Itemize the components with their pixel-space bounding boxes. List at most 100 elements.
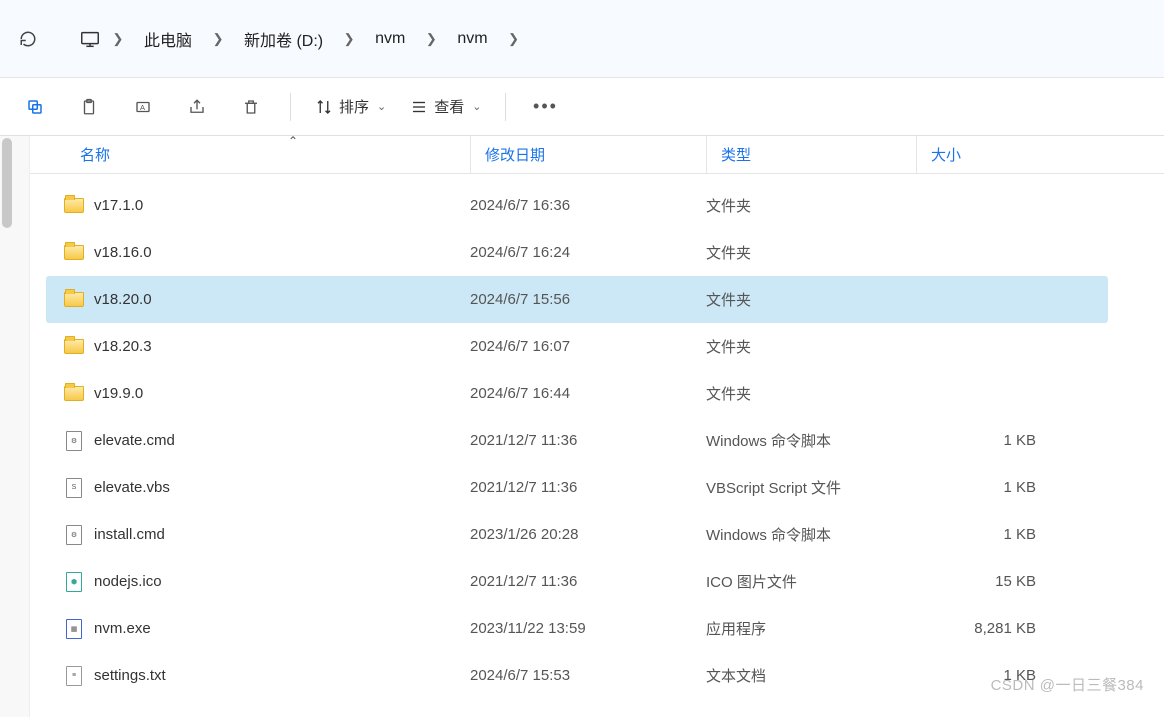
separator [290,93,291,121]
file-row[interactable]: ⚙ elevate.cmd 2021/12/7 11:36Windows 命令脚本1… [46,417,1108,464]
sort-label: 排序 [339,96,369,117]
file-date-cell: 2021/12/7 11:36 [470,432,706,449]
refresh-button[interactable] [8,19,48,59]
column-header-type[interactable]: 类型 [706,136,916,173]
file-size-cell: 15 KB [916,573,1046,590]
column-headers: ⌃ 名称 修改日期 类型 大小 [30,136,1164,174]
file-name: v17.1.0 [94,197,143,214]
share-button[interactable] [172,85,222,129]
file-name-cell: ▦ nvm.exe [46,619,470,639]
file-row[interactable]: ⬢ nodejs.ico 2021/12/7 11:36ICO 图片文件15 KB [46,558,1108,605]
file-date-cell: 2024/6/7 16:24 [470,244,706,261]
nav-gutter [0,136,30,717]
file-type-cell: 文件夹 [706,289,916,310]
file-row[interactable]: v18.16.02024/6/7 16:24文件夹 [46,229,1108,276]
share-icon [188,98,206,116]
file-type-cell: ICO 图片文件 [706,571,916,592]
rename-button[interactable]: A [118,85,168,129]
file-date-cell: 2023/11/22 13:59 [470,620,706,637]
file-row[interactable]: ≡settings.txt2024/6/7 15:53文本文档1 KB [46,652,1108,699]
refresh-icon [19,30,37,48]
file-type-cell: 文件夹 [706,195,916,216]
file-name-cell: v18.16.0 [46,243,470,263]
exe-file-icon: ▦ [66,619,82,639]
chevron-right-icon[interactable]: ❯ [104,31,132,47]
file-row[interactable]: ⚙install.cmd2023/1/26 20:28Windows 命令脚本1… [46,511,1108,558]
file-row[interactable]: Selevate.vbs 2021/12/7 11:36VBScript Scri… [46,464,1108,511]
content-area: ⌃ 名称 修改日期 类型 大小 v17.1.02024/6/7 16:36文件夹… [0,136,1164,717]
file-pane: ⌃ 名称 修改日期 类型 大小 v17.1.02024/6/7 16:36文件夹… [30,136,1164,717]
file-name-cell: v18.20.3 [46,337,470,357]
file-type-cell: Windows 命令脚本 [706,430,916,451]
chevron-down-icon: ⌄ [377,100,386,113]
file-type-cell: Windows 命令脚本 [706,524,916,545]
breadcrumb-item[interactable]: nvm [447,24,497,54]
file-name: nodejs.ico [94,573,162,590]
file-name: elevate.vbs [94,479,170,496]
view-icon [410,98,428,116]
file-date-cell: 2023/1/26 20:28 [470,526,706,543]
cmd-file-icon: ⚙ [66,431,82,451]
file-size-cell: 1 KB [916,432,1046,449]
more-icon: ••• [533,96,558,117]
pc-icon[interactable] [78,27,102,51]
toolbar: A 排序 ⌄ 查看 ⌄ ••• [0,78,1164,136]
file-row[interactable]: ▦nvm.exe2023/11/22 13:59应用程序8,281 KB [46,605,1108,652]
file-date-cell: 2024/6/7 16:44 [470,385,706,402]
view-button[interactable]: 查看 ⌄ [400,85,491,129]
breadcrumb-item[interactable]: 新加卷 (D:) [234,21,333,57]
file-type-cell: 文本文档 [706,665,916,686]
file-name: elevate.cmd [94,432,175,449]
breadcrumb-item[interactable]: nvm [365,24,415,54]
file-row[interactable]: v19.9.02024/6/7 16:44文件夹 [46,370,1108,417]
folder-icon [64,339,84,354]
file-row[interactable]: v17.1.02024/6/7 16:36文件夹 [46,182,1108,229]
file-date-cell: 2021/12/7 11:36 [470,573,706,590]
paste-icon [80,98,98,116]
sort-indicator-icon: ⌃ [288,134,298,148]
scrollbar-thumb[interactable] [2,138,12,228]
delete-button[interactable] [226,85,276,129]
copy-button[interactable] [10,85,60,129]
file-name: nvm.exe [94,620,151,637]
file-name-cell: v17.1.0 [46,196,470,216]
vbs-file-icon: S [66,478,82,498]
rename-icon: A [134,98,152,116]
file-name-cell: v18.20.0 [46,290,470,310]
column-header-name[interactable]: 名称 [30,136,470,173]
chevron-right-icon[interactable]: ❯ [204,31,232,47]
breadcrumb-item[interactable]: 此电脑 [134,21,202,57]
file-type-cell: 文件夹 [706,242,916,263]
sort-button[interactable]: 排序 ⌄ [305,85,396,129]
folder-icon [64,198,84,213]
file-date-cell: 2024/6/7 15:56 [470,291,706,308]
file-row[interactable]: v18.20.32024/6/7 16:07文件夹 [46,323,1108,370]
column-header-size[interactable]: 大小 [916,136,1046,173]
file-name-cell: v19.9.0 [46,384,470,404]
file-name: v18.20.0 [94,291,152,308]
file-type-cell: VBScript Script 文件 [706,477,916,498]
file-date-cell: 2021/12/7 11:36 [470,479,706,496]
view-label: 查看 [434,96,464,117]
folder-icon [64,245,84,260]
file-name-cell: ⚙ elevate.cmd [46,431,470,451]
svg-text:A: A [140,103,145,112]
file-size-cell: 8,281 KB [916,620,1046,637]
file-name: v18.20.3 [94,338,152,355]
watermark: CSDN @一日三餐384 [991,674,1144,695]
chevron-right-icon[interactable]: ❯ [335,31,363,47]
more-button[interactable]: ••• [520,85,570,129]
file-name: install.cmd [94,526,165,543]
ico-file-icon: ⬢ [66,572,82,592]
file-row[interactable]: v18.20.0 2024/6/7 15:56文件夹 [46,276,1108,323]
chevron-right-icon[interactable]: ❯ [500,31,528,47]
chevron-right-icon[interactable]: ❯ [417,31,445,47]
file-name-cell: ≡settings.txt [46,666,470,686]
chevron-down-icon: ⌄ [472,100,481,113]
file-list: v17.1.02024/6/7 16:36文件夹v18.16.02024/6/7… [30,174,1164,717]
delete-icon [242,98,260,116]
file-name-cell: ⚙install.cmd [46,525,470,545]
paste-button[interactable] [64,85,114,129]
copy-icon [26,98,44,116]
column-header-date[interactable]: 修改日期 [470,136,706,173]
